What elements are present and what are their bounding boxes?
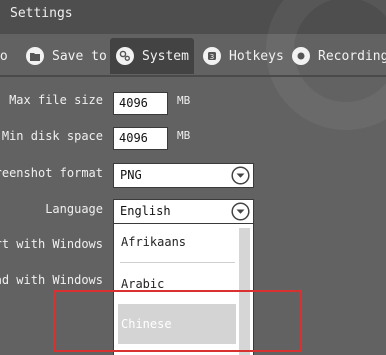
load-with-windows-label: ad with Windows [0,273,103,287]
annotation-highlight-box [53,290,302,352]
gear-icon [116,47,134,65]
title-bar: Settings [0,0,386,130]
screenshot-format-select[interactable]: PNG [113,163,254,188]
screenshot-format-value: PNG [120,168,142,182]
tab-label: io [0,48,8,64]
min-disk-space-input[interactable]: 4096 [113,127,168,150]
min-disk-space-unit: MB [177,129,191,142]
tab-label: Recording [318,48,386,64]
chevron-down-icon[interactable] [231,202,250,221]
start-with-windows-label: rt with Windows [0,237,103,251]
max-file-size-label: Max file size [9,93,103,107]
tab-divider [0,75,386,77]
window-title: Settings [10,6,73,21]
tab-label: System [142,48,189,64]
language-option-afrikaans[interactable]: Afrikaans [114,235,238,249]
max-file-size-input[interactable]: 4096 [113,92,168,115]
dropdown-separator [120,262,235,263]
tab-system[interactable]: System [110,38,194,74]
tab-recording[interactable]: Recording [292,38,386,74]
screenshot-format-label: reenshot format [0,166,103,180]
tab-audio[interactable]: io [0,38,8,74]
tab-label: Save to [52,48,107,64]
language-label: Language [45,202,103,216]
hotkey-icon: 3 [203,47,221,65]
folder-icon [26,47,44,65]
language-select[interactable]: English [113,199,254,224]
min-disk-space-label: Min disk space [1,129,103,143]
language-value: English [120,204,171,218]
tab-save-to[interactable]: Save to [26,38,107,74]
settings-window: Settings io Save to System 3 Hotkey [0,0,386,355]
svg-text:3: 3 [210,53,214,61]
chevron-down-icon[interactable] [231,166,250,185]
record-icon [292,47,310,65]
tab-label: Hotkeys [229,48,284,64]
language-option-arabic[interactable]: Arabic [114,277,238,291]
tab-hotkeys[interactable]: 3 Hotkeys [203,38,284,74]
max-file-size-unit: MB [177,94,191,107]
tab-bar: io Save to System 3 Hotkeys [0,38,386,76]
